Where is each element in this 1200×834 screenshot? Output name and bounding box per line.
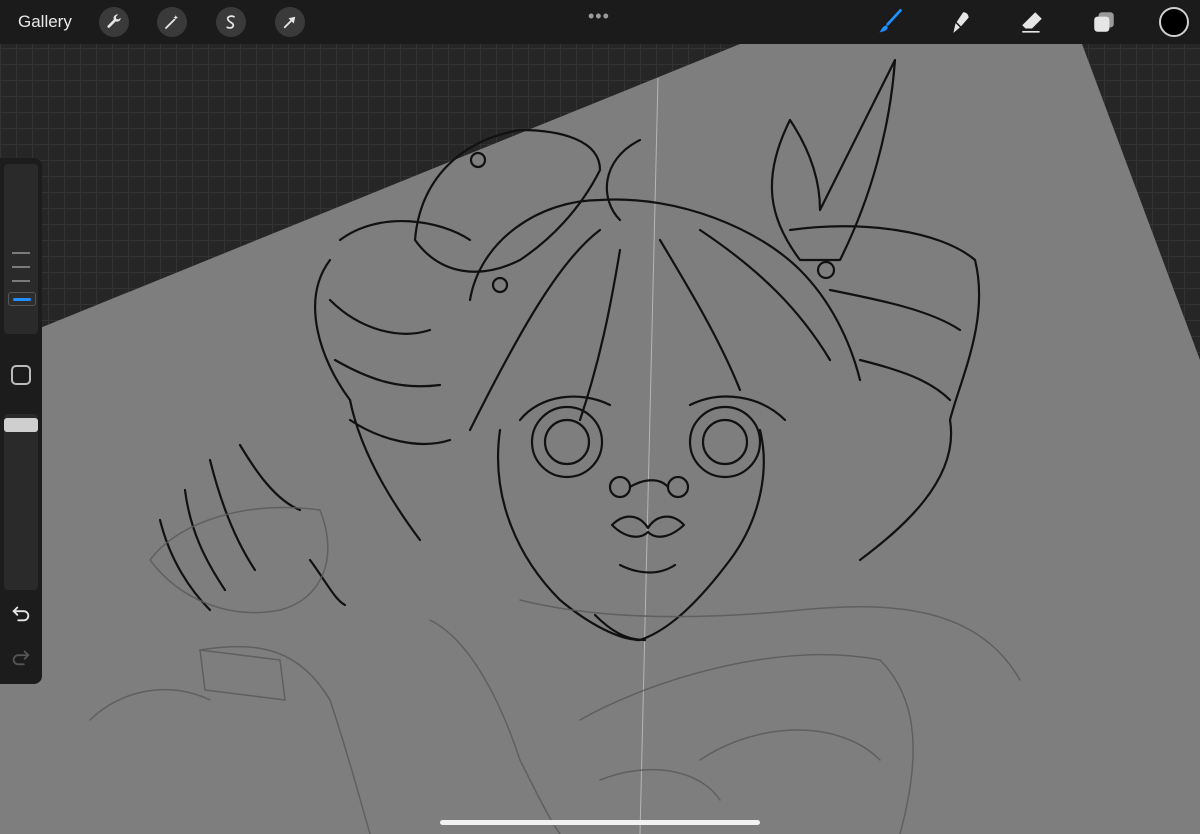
layers-icon — [1094, 12, 1114, 32]
smudge-icon — [953, 12, 969, 33]
selection-icon — [226, 15, 235, 29]
color-picker-button[interactable] — [1159, 7, 1189, 37]
magic-wand-icon — [165, 15, 178, 29]
top-toolbar: Gallery ••• — [0, 0, 1200, 44]
drawing-canvas[interactable] — [0, 0, 1200, 834]
brush-icon — [879, 8, 902, 33]
selection-button[interactable] — [216, 7, 246, 37]
brush-size-slider[interactable] — [4, 164, 38, 334]
brush-tool-button[interactable] — [874, 6, 906, 38]
home-indicator[interactable] — [440, 820, 760, 825]
undo-icon — [12, 606, 30, 622]
left-sidebar — [0, 158, 42, 684]
modify-button[interactable] — [11, 365, 31, 385]
slider-tick — [12, 280, 30, 282]
gallery-button[interactable]: Gallery — [18, 12, 72, 32]
eraser-icon — [1022, 12, 1042, 33]
layers-button[interactable] — [1088, 6, 1120, 38]
adjustments-button[interactable] — [157, 7, 187, 37]
redo-icon — [12, 650, 30, 666]
canvas-surface-left — [0, 680, 40, 834]
actions-button[interactable] — [99, 7, 129, 37]
canvas-surface — [40, 44, 1200, 834]
more-menu[interactable]: ••• — [588, 6, 610, 27]
brush-size-thumb[interactable] — [8, 292, 36, 306]
undo-button[interactable] — [10, 602, 32, 624]
transform-arrow-icon — [283, 16, 296, 29]
slider-tick — [12, 266, 30, 268]
transform-button[interactable] — [275, 7, 305, 37]
redo-button[interactable] — [10, 646, 32, 668]
opacity-slider[interactable] — [4, 414, 38, 590]
eraser-tool-button[interactable] — [1016, 6, 1048, 38]
slider-tick — [12, 252, 30, 254]
opacity-thumb[interactable] — [4, 418, 38, 432]
wrench-icon — [107, 14, 121, 28]
smudge-tool-button[interactable] — [945, 6, 977, 38]
